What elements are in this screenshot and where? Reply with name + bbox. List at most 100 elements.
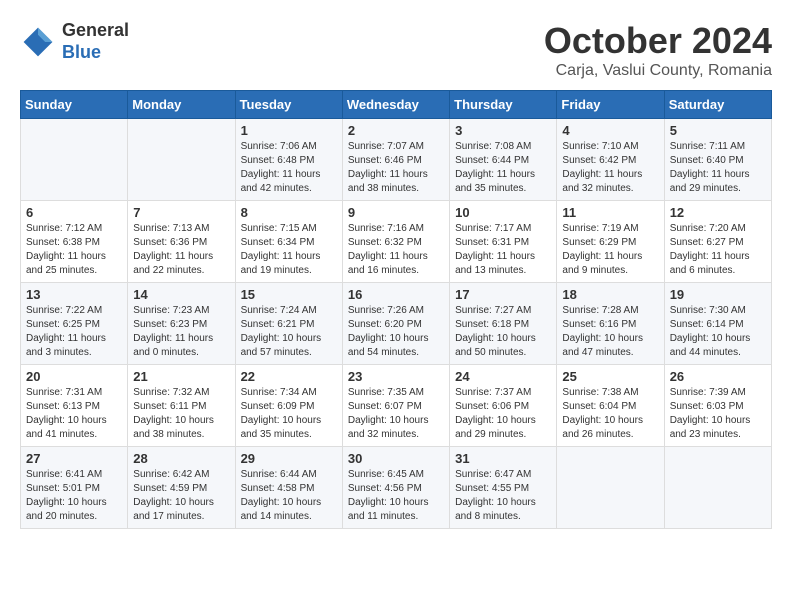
day-number: 14	[133, 287, 229, 302]
day-number: 17	[455, 287, 551, 302]
day-number: 3	[455, 123, 551, 138]
calendar-cell: 17 Sunrise: 7:27 AMSunset: 6:18 PMDayligh…	[450, 283, 557, 365]
day-number: 27	[26, 451, 122, 466]
week-row-3: 13Sunrise: 7:22 AMSunset: 6:25 PMDayligh…	[21, 283, 772, 365]
day-number: 31	[455, 451, 551, 466]
day-info: Sunrise: 7:08 AMSunset: 6:44 PMDaylight:…	[455, 140, 551, 196]
week-row-5: 27 Sunrise: 6:41 AMSunset: 5:01 PMDayligh…	[21, 447, 772, 529]
day-number: 15	[241, 287, 337, 302]
calendar-cell: 6Sunrise: 7:12 AMSunset: 6:38 PMDaylight…	[21, 201, 128, 283]
day-number: 12	[670, 205, 766, 220]
day-info: Sunrise: 7:17 AMSunset: 6:31 PMDaylight:…	[455, 222, 551, 278]
logo-blue: Blue	[62, 42, 129, 64]
day-info: Sunrise: 6:45 AMSunset: 4:56 PMDaylight:…	[348, 468, 444, 524]
month-title: October 2024	[544, 20, 772, 62]
day-number: 19	[670, 287, 766, 302]
title-block: October 2024 Carja, Vaslui County, Roman…	[544, 20, 772, 80]
day-info: Sunrise: 7:30 AMSunset: 6:14 PMDaylight:…	[670, 304, 766, 360]
day-number: 10	[455, 205, 551, 220]
page-header: General Blue October 2024 Carja, Vaslui …	[20, 20, 772, 80]
week-row-1: 1 Sunrise: 7:06 AMSunset: 6:48 PMDaylight…	[21, 119, 772, 201]
day-number: 16	[348, 287, 444, 302]
day-info: Sunrise: 7:32 AMSunset: 6:11 PMDaylight:…	[133, 386, 229, 442]
day-number: 9	[348, 205, 444, 220]
day-number: 21	[133, 369, 229, 384]
calendar-cell	[664, 447, 771, 529]
location-title: Carja, Vaslui County, Romania	[544, 62, 772, 80]
day-info: Sunrise: 6:44 AMSunset: 4:58 PMDaylight:…	[241, 468, 337, 524]
calendar-cell: 4 Sunrise: 7:10 AMSunset: 6:42 PMDaylight…	[557, 119, 664, 201]
day-number: 1	[241, 123, 337, 138]
calendar-cell: 8Sunrise: 7:15 AMSunset: 6:34 PMDaylight…	[235, 201, 342, 283]
calendar-cell: 9 Sunrise: 7:16 AMSunset: 6:32 PMDaylight…	[342, 201, 449, 283]
calendar-cell: 18Sunrise: 7:28 AMSunset: 6:16 PMDayligh…	[557, 283, 664, 365]
calendar-cell: 29 Sunrise: 6:44 AMSunset: 4:58 PMDayligh…	[235, 447, 342, 529]
day-info: Sunrise: 7:07 AMSunset: 6:46 PMDaylight:…	[348, 140, 444, 196]
day-info: Sunrise: 7:26 AMSunset: 6:20 PMDaylight:…	[348, 304, 444, 360]
day-info: Sunrise: 7:10 AMSunset: 6:42 PMDaylight:…	[562, 140, 658, 196]
day-number: 5	[670, 123, 766, 138]
calendar-cell: 22Sunrise: 7:34 AMSunset: 6:09 PMDayligh…	[235, 365, 342, 447]
day-info: Sunrise: 7:39 AMSunset: 6:03 PMDaylight:…	[670, 386, 766, 442]
week-row-2: 6Sunrise: 7:12 AMSunset: 6:38 PMDaylight…	[21, 201, 772, 283]
day-number: 25	[562, 369, 658, 384]
day-number: 4	[562, 123, 658, 138]
day-number: 6	[26, 205, 122, 220]
day-info: Sunrise: 7:06 AMSunset: 6:48 PMDaylight:…	[241, 140, 337, 196]
calendar-cell: 27 Sunrise: 6:41 AMSunset: 5:01 PMDayligh…	[21, 447, 128, 529]
logo-text: General Blue	[62, 20, 129, 63]
day-info: Sunrise: 7:27 AMSunset: 6:18 PMDaylight:…	[455, 304, 551, 360]
day-number: 2	[348, 123, 444, 138]
day-info: Sunrise: 7:38 AMSunset: 6:04 PMDaylight:…	[562, 386, 658, 442]
calendar-cell: 23Sunrise: 7:35 AMSunset: 6:07 PMDayligh…	[342, 365, 449, 447]
calendar-cell: 26Sunrise: 7:39 AMSunset: 6:03 PMDayligh…	[664, 365, 771, 447]
calendar-cell: 3 Sunrise: 7:08 AMSunset: 6:44 PMDaylight…	[450, 119, 557, 201]
calendar-body: 1 Sunrise: 7:06 AMSunset: 6:48 PMDaylight…	[21, 119, 772, 529]
header-row: SundayMondayTuesdayWednesdayThursdayFrid…	[21, 91, 772, 119]
day-info: Sunrise: 7:37 AMSunset: 6:06 PMDaylight:…	[455, 386, 551, 442]
header-day-saturday: Saturday	[664, 91, 771, 119]
header-day-tuesday: Tuesday	[235, 91, 342, 119]
calendar-cell: 5 Sunrise: 7:11 AMSunset: 6:40 PMDaylight…	[664, 119, 771, 201]
day-info: Sunrise: 7:20 AMSunset: 6:27 PMDaylight:…	[670, 222, 766, 278]
day-info: Sunrise: 7:11 AMSunset: 6:40 PMDaylight:…	[670, 140, 766, 196]
day-info: Sunrise: 7:16 AMSunset: 6:32 PMDaylight:…	[348, 222, 444, 278]
logo: General Blue	[20, 20, 129, 63]
calendar-cell: 25 Sunrise: 7:38 AMSunset: 6:04 PMDayligh…	[557, 365, 664, 447]
day-info: Sunrise: 6:41 AMSunset: 5:01 PMDaylight:…	[26, 468, 122, 524]
calendar-table: SundayMondayTuesdayWednesdayThursdayFrid…	[20, 90, 772, 529]
day-info: Sunrise: 7:23 AMSunset: 6:23 PMDaylight:…	[133, 304, 229, 360]
calendar-cell: 15 Sunrise: 7:24 AMSunset: 6:21 PMDayligh…	[235, 283, 342, 365]
header-day-thursday: Thursday	[450, 91, 557, 119]
week-row-4: 20Sunrise: 7:31 AMSunset: 6:13 PMDayligh…	[21, 365, 772, 447]
calendar-cell: 1 Sunrise: 7:06 AMSunset: 6:48 PMDaylight…	[235, 119, 342, 201]
day-info: Sunrise: 6:47 AMSunset: 4:55 PMDaylight:…	[455, 468, 551, 524]
calendar-cell: 19 Sunrise: 7:30 AMSunset: 6:14 PMDayligh…	[664, 283, 771, 365]
day-info: Sunrise: 7:28 AMSunset: 6:16 PMDaylight:…	[562, 304, 658, 360]
day-number: 13	[26, 287, 122, 302]
day-info: Sunrise: 7:13 AMSunset: 6:36 PMDaylight:…	[133, 222, 229, 278]
day-number: 7	[133, 205, 229, 220]
header-day-wednesday: Wednesday	[342, 91, 449, 119]
calendar-cell: 24Sunrise: 7:37 AMSunset: 6:06 PMDayligh…	[450, 365, 557, 447]
calendar-cell	[21, 119, 128, 201]
calendar-cell: 20Sunrise: 7:31 AMSunset: 6:13 PMDayligh…	[21, 365, 128, 447]
calendar-header: SundayMondayTuesdayWednesdayThursdayFrid…	[21, 91, 772, 119]
day-number: 11	[562, 205, 658, 220]
day-info: Sunrise: 6:42 AMSunset: 4:59 PMDaylight:…	[133, 468, 229, 524]
calendar-cell: 14 Sunrise: 7:23 AMSunset: 6:23 PMDayligh…	[128, 283, 235, 365]
day-number: 23	[348, 369, 444, 384]
day-info: Sunrise: 7:19 AMSunset: 6:29 PMDaylight:…	[562, 222, 658, 278]
calendar-cell: 31 Sunrise: 6:47 AMSunset: 4:55 PMDayligh…	[450, 447, 557, 529]
day-info: Sunrise: 7:24 AMSunset: 6:21 PMDaylight:…	[241, 304, 337, 360]
calendar-cell: 21 Sunrise: 7:32 AMSunset: 6:11 PMDayligh…	[128, 365, 235, 447]
calendar-cell	[557, 447, 664, 529]
calendar-cell: 2 Sunrise: 7:07 AMSunset: 6:46 PMDaylight…	[342, 119, 449, 201]
calendar-cell	[128, 119, 235, 201]
calendar-cell: 7 Sunrise: 7:13 AMSunset: 6:36 PMDaylight…	[128, 201, 235, 283]
day-number: 22	[241, 369, 337, 384]
day-number: 20	[26, 369, 122, 384]
calendar-cell: 10 Sunrise: 7:17 AMSunset: 6:31 PMDayligh…	[450, 201, 557, 283]
day-number: 29	[241, 451, 337, 466]
calendar-cell: 11 Sunrise: 7:19 AMSunset: 6:29 PMDayligh…	[557, 201, 664, 283]
